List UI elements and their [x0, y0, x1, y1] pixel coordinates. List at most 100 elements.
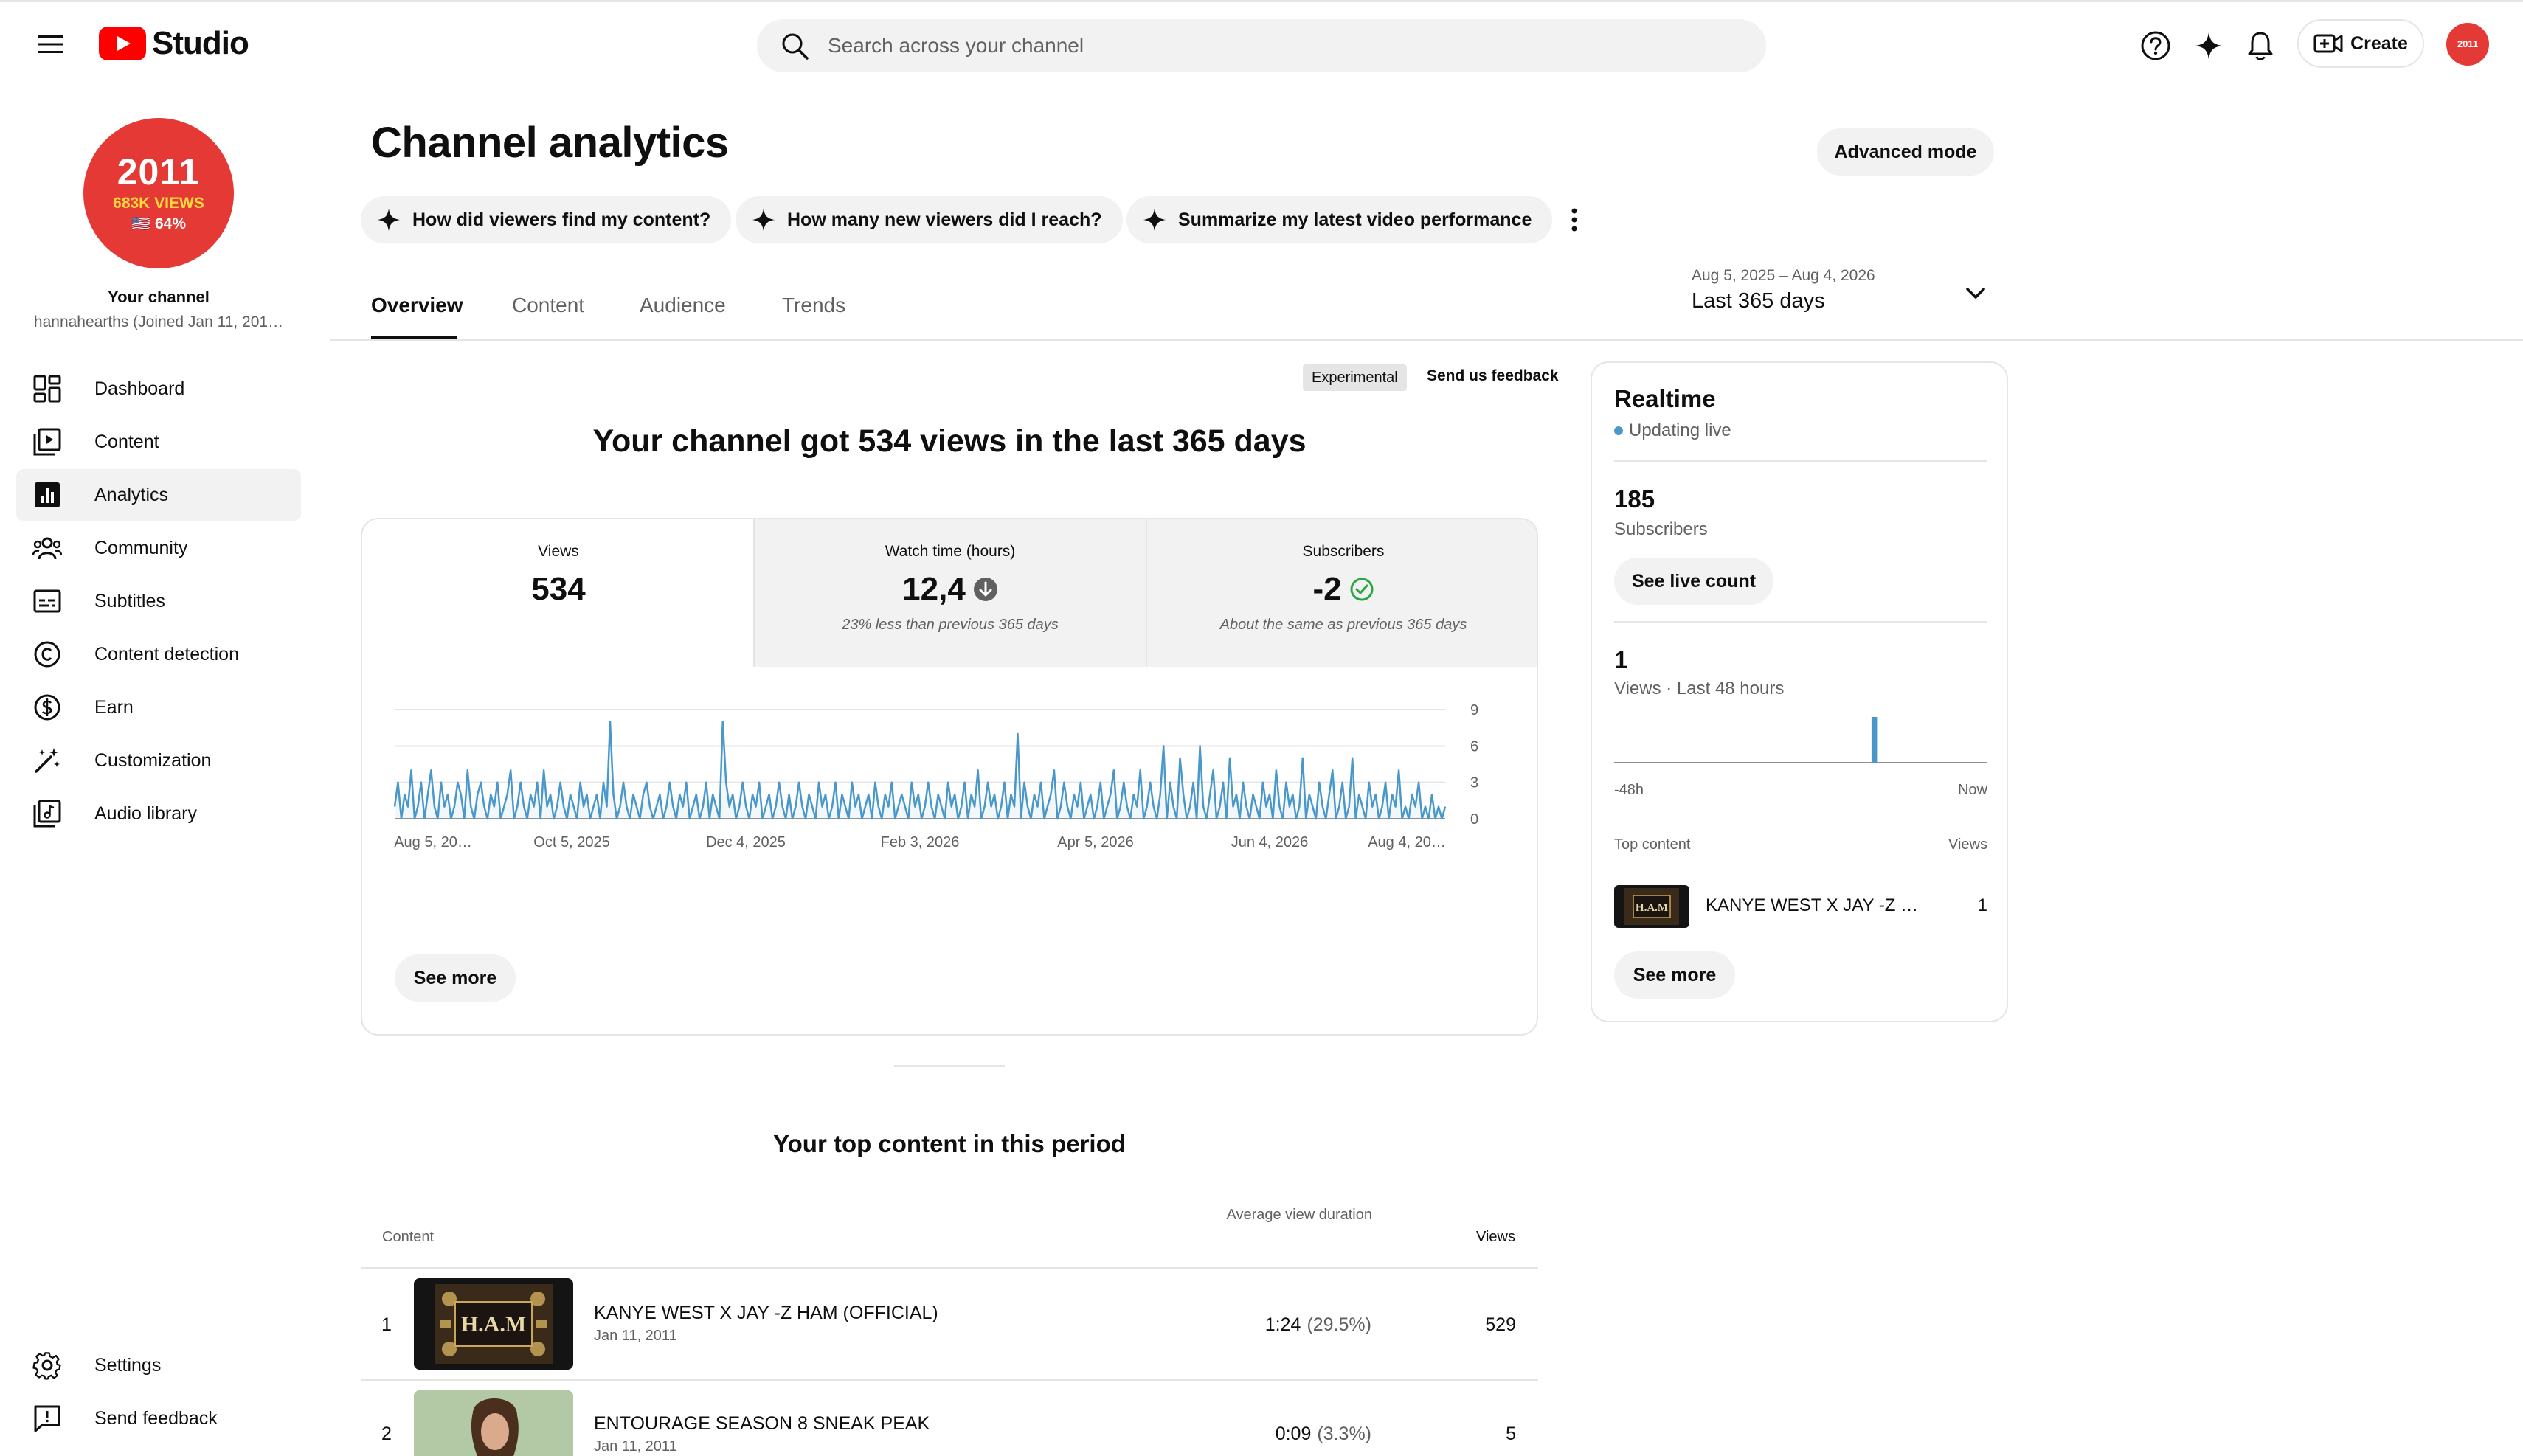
- chip-label: How did viewers find my content?: [412, 209, 711, 230]
- sidebar-item-label: Audio library: [94, 802, 197, 824]
- chip-label: How many new viewers did I reach?: [787, 209, 1102, 230]
- sidebar-item-earn[interactable]: Earn: [16, 682, 301, 733]
- channel-avatar-country: 🇺🇸 64%: [131, 215, 186, 232]
- copyright-icon: [31, 638, 63, 670]
- sidebar-item-community[interactable]: Community: [16, 522, 301, 574]
- chevron-down-icon[interactable]: [1962, 280, 1989, 307]
- sidebar-item-content-detection[interactable]: Content detection: [16, 628, 301, 680]
- thumbnail-text: H.A.M: [1636, 902, 1668, 914]
- hamburger-menu-icon[interactable]: [32, 27, 68, 62]
- table-row[interactable]: 2 ENTOURAGE SEASON 8 SNEAK PEAK Jan 11, …: [361, 1381, 1538, 1456]
- column-header-avg-duration[interactable]: Average view duration: [1225, 1204, 1372, 1226]
- active-tab-indicator: [371, 336, 457, 339]
- date-range-dates[interactable]: Aug 5, 2025 – Aug 4, 2026: [1692, 267, 1875, 285]
- x-tick-label: Oct 5, 2025: [533, 834, 609, 850]
- card-divider: [1614, 621, 1987, 623]
- views-line-chart[interactable]: 0 3 6 9 Aug 5, 20… Oct 5, 2025 Dec 4, 2025 Feb …: [362, 696, 1538, 932]
- tabs-divider: [330, 339, 2523, 341]
- send-us-feedback-link[interactable]: Send us feedback: [1427, 367, 1559, 385]
- avg-duration-percent: (3.3%): [1317, 1424, 1371, 1444]
- sparkle-icon[interactable]: [2191, 28, 2226, 63]
- avg-view-duration: 0:09 (3.3%): [1216, 1424, 1371, 1445]
- studio-wordmark: Studio: [152, 25, 249, 61]
- video-date: Jan 11, 2011: [594, 1328, 677, 1344]
- date-range-label[interactable]: Last 365 days: [1692, 289, 1825, 313]
- notifications-bell-icon[interactable]: [2243, 28, 2278, 63]
- sidebar-item-label: Earn: [94, 696, 134, 718]
- analytics-icon: [31, 479, 63, 511]
- y-tick-label: 0: [1470, 811, 1478, 828]
- channel-handle: hannahearths (Joined Jan 11, 201…: [33, 313, 284, 330]
- live-label: Updating live: [1629, 420, 1731, 440]
- sidebar-item-send-feedback[interactable]: Send feedback: [16, 1393, 301, 1444]
- realtime-axis-start: -48h: [1614, 782, 1644, 798]
- realtime-top-content-label: Top content: [1614, 836, 1691, 853]
- sidebar-item-analytics[interactable]: Analytics: [16, 469, 301, 521]
- realtime-video-thumbnail[interactable]: H.A.M: [1614, 885, 1689, 928]
- sidebar-item-subtitles[interactable]: Subtitles: [16, 575, 301, 627]
- tab-trends[interactable]: Trends: [782, 294, 845, 317]
- tab-audience[interactable]: Audience: [640, 294, 726, 317]
- y-tick-label: 6: [1470, 738, 1478, 755]
- account-avatar[interactable]: 2011: [2446, 23, 2489, 66]
- x-tick-label: Aug 5, 20…: [394, 834, 472, 850]
- video-date: Jan 11, 2011: [594, 1438, 677, 1455]
- subtitles-icon: [31, 585, 63, 617]
- x-tick-label: Aug 4, 20…: [1368, 834, 1446, 850]
- channel-avatar-views: 683K VIEWS: [113, 195, 204, 212]
- sparkle-icon: [377, 208, 401, 232]
- sidebar-item-dashboard[interactable]: Dashboard: [16, 363, 301, 415]
- stat-label: Views: [538, 543, 579, 560]
- realtime-bar-chart[interactable]: [1614, 717, 1987, 776]
- see-live-count-button[interactable]: See live count: [1614, 558, 1773, 605]
- video-views: 5: [1506, 1424, 1516, 1444]
- realtime-see-more-button[interactable]: See more: [1614, 951, 1735, 999]
- stat-note: About the same as previous 365 days: [1219, 617, 1467, 633]
- sidebar-item-content[interactable]: Content: [16, 416, 301, 468]
- audio-library-icon: [31, 797, 63, 830]
- check-circle-icon: [1350, 578, 1374, 601]
- video-thumbnail[interactable]: [414, 1390, 573, 1456]
- ask-chip-viewers-find[interactable]: How did viewers find my content?: [361, 196, 732, 243]
- ask-chip-summarize[interactable]: Summarize my latest video performance: [1126, 196, 1553, 243]
- sidebar-item-label: Settings: [94, 1354, 162, 1376]
- stat-value: -2: [1312, 571, 1342, 607]
- advanced-mode-button[interactable]: Advanced mode: [1817, 128, 1994, 176]
- card-divider: [1614, 460, 1987, 462]
- search-input[interactable]: [828, 34, 1713, 58]
- studio-logo[interactable]: Studio: [99, 25, 249, 62]
- realtime-title: Realtime: [1614, 385, 1716, 412]
- search-bar[interactable]: [757, 19, 1766, 72]
- see-more-button[interactable]: See more: [395, 954, 516, 1002]
- video-title[interactable]: ENTOURAGE SEASON 8 SNEAK PEAK: [594, 1413, 930, 1435]
- create-button[interactable]: Create: [2297, 19, 2424, 68]
- realtime-video-title[interactable]: KANYE WEST X JAY -Z HA…: [1706, 895, 1927, 916]
- x-tick-label: Dec 4, 2025: [706, 834, 786, 850]
- video-thumbnail[interactable]: H.A.M: [414, 1278, 573, 1370]
- chip-label: Summarize my latest video performance: [1178, 209, 1532, 230]
- help-icon[interactable]: [2138, 28, 2173, 63]
- row-rank: 2: [381, 1424, 392, 1444]
- channel-avatar[interactable]: 2011 683K VIEWS 🇺🇸 64%: [83, 118, 234, 268]
- column-header-views[interactable]: Views: [1402, 1229, 1515, 1246]
- avg-duration-percent: (29.5%): [1307, 1314, 1371, 1335]
- tab-overview[interactable]: Overview: [371, 294, 463, 317]
- your-channel-label[interactable]: Your channel: [0, 288, 317, 307]
- sidebar-item-label: Community: [94, 537, 188, 558]
- avg-view-duration: 1:24 (29.5%): [1216, 1314, 1371, 1336]
- video-title[interactable]: KANYE WEST X JAY -Z HAM (OFFICIAL): [594, 1303, 938, 1324]
- more-vert-icon[interactable]: [1558, 204, 1591, 236]
- ask-chip-new-viewers[interactable]: How many new viewers did I reach?: [736, 196, 1123, 243]
- search-icon: [782, 33, 809, 60]
- sidebar-item-audio-library[interactable]: Audio library: [16, 788, 301, 839]
- stat-views[interactable]: Views 534: [362, 519, 755, 667]
- realtime-bar[interactable]: [1871, 717, 1878, 763]
- table-row[interactable]: 1 H.A.M KANYE WEST X JAY -Z HAM (OFFICIA…: [361, 1269, 1538, 1379]
- realtime-views-header: Views: [1948, 836, 1987, 853]
- youtube-play-icon: [99, 27, 146, 60]
- sidebar-item-customization[interactable]: Customization: [16, 735, 301, 786]
- stat-watch-time[interactable]: Watch time (hours) 12,4 23% less than pr…: [753, 519, 1146, 667]
- stat-subscribers[interactable]: Subscribers -2 About the same as previou…: [1146, 519, 1537, 667]
- sidebar-item-settings[interactable]: Settings: [16, 1339, 301, 1391]
- tab-content[interactable]: Content: [512, 294, 584, 317]
